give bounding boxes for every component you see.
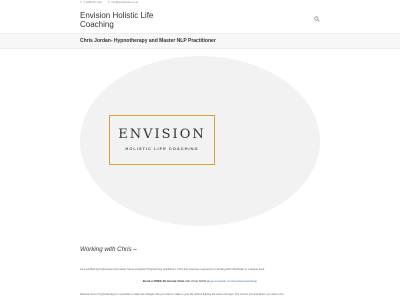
- logo-wordmark: ENVISION: [118, 127, 206, 142]
- booking-text: with Chris NOW at: [183, 279, 211, 283]
- booking-link[interactable]: go.oncehub.com/envisionworkshop: [210, 279, 257, 283]
- email-contact[interactable]: ✉ info@envisionhlc.co.uk: [108, 0, 138, 6]
- page-title: Chris Jordan- Hypnotherapy and Master NL…: [80, 38, 216, 44]
- booking-line: Book a FREE 30 minute Chat with Chris NO…: [80, 279, 320, 283]
- email-address: info@envisionhlc.co.uk: [111, 1, 138, 4]
- search-icon[interactable]: [314, 16, 320, 22]
- envelope-icon: ✉: [107, 1, 110, 4]
- body-paragraph: Discover how of hypnotherapy it is possi…: [80, 293, 285, 296]
- contact-info: ✆ 0 7838 671 321 ✉ info@envisionhlc.co.u…: [80, 0, 144, 6]
- page-title-band: Chris Jordan- Hypnotherapy and Master NL…: [0, 33, 400, 49]
- logo-subtitle: HOLISTIC LIFE COACHING: [125, 146, 199, 151]
- site-header: Envision Holistic Life Coaching: [0, 8, 400, 33]
- phone-icon: ✆: [80, 1, 83, 4]
- site-title[interactable]: Envision Holistic Life Coaching: [80, 11, 170, 29]
- phone-contact[interactable]: ✆ 0 7838 671 321: [80, 0, 102, 6]
- top-contact-bar: ✆ 0 7838 671 321 ✉ info@envisionhlc.co.u…: [0, 0, 400, 8]
- phone-number: 0 7838 671 321: [83, 1, 102, 4]
- section-heading: Working with Chris –: [80, 246, 137, 253]
- booking-offer: Book a FREE 30 minute Chat: [142, 279, 184, 283]
- intro-paragraph: As a certified hypnotherapist and master…: [80, 268, 265, 271]
